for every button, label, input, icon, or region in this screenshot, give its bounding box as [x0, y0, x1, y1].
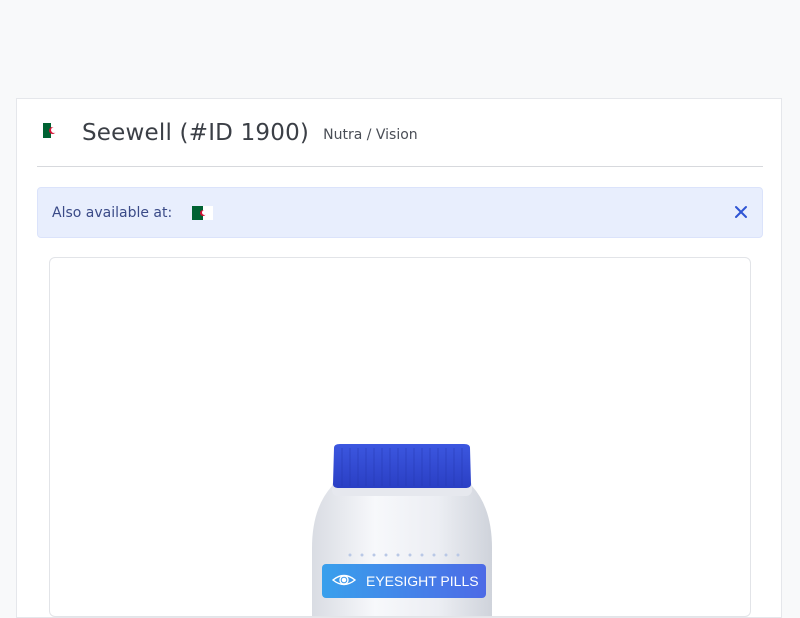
bottle-cap [333, 444, 471, 488]
algeria-flag-icon [43, 123, 59, 138]
availability-alert: Also available at: [37, 187, 763, 238]
offer-category: Nutra / Vision [323, 126, 418, 143]
product-bottle-image: EYESIGHT PILLS [312, 444, 492, 616]
close-icon[interactable] [732, 203, 750, 221]
offer-header: Seewell (#ID 1900) Nutra / Vision [37, 99, 763, 167]
page-title: Seewell (#ID 1900) [82, 119, 310, 146]
offer-card: Seewell (#ID 1900) Nutra / Vision Also a… [16, 98, 782, 618]
product-label-text: EYESIGHT PILLS [366, 573, 479, 589]
product-image: EYESIGHT PILLS [49, 257, 751, 617]
algeria-flag-icon[interactable] [192, 205, 214, 220]
availability-label: Also available at: [52, 204, 173, 221]
